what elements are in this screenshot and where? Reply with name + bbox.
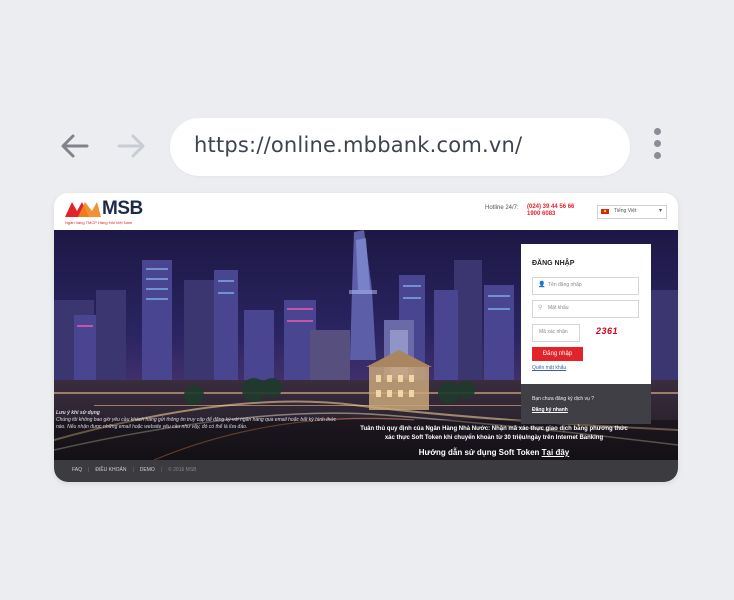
brand-name: MSB bbox=[102, 198, 143, 219]
chevron-down-icon: ▾ bbox=[658, 208, 662, 214]
regulation-line-1: Tuân thủ quy định của Ngân Hàng Nhà Nước… bbox=[360, 426, 628, 432]
footer-link-terms[interactable]: ĐIỀU KHOẢN bbox=[95, 467, 126, 473]
user-icon: 👤 bbox=[538, 282, 546, 288]
register-link[interactable]: Đăng ký nhanh bbox=[532, 407, 568, 413]
hotline-label: Hotline 24/7: bbox=[485, 205, 519, 211]
arrow-left-icon[interactable] bbox=[57, 128, 93, 164]
username-placeholder: Tên đăng nhập bbox=[548, 282, 582, 288]
address-bar[interactable]: https://online.mbbank.com.vn/ bbox=[170, 118, 630, 176]
footer-link-demo[interactable]: DEMO bbox=[140, 467, 155, 473]
hero-banner: ĐĂNG NHẬP 👤 Tên đăng nhập ⚲ Mật khẩu Mã … bbox=[54, 230, 678, 460]
password-field[interactable]: ⚲ Mật khẩu bbox=[532, 300, 639, 318]
brand-tagline: Ngân hàng TMCP Hàng Hải Việt Nam bbox=[65, 220, 133, 225]
site-footer: FAQ | ĐIỀU KHOẢN | DEMO | © 2016 MSB bbox=[54, 460, 678, 482]
password-placeholder: Mật khẩu bbox=[548, 305, 569, 311]
captcha-field[interactable]: Mã xác nhận bbox=[532, 324, 580, 342]
security-notice-title: Lưu ý khi sử dụng bbox=[56, 410, 100, 416]
login-button[interactable]: Đăng nhập bbox=[532, 347, 583, 361]
footer-divider: | bbox=[132, 467, 134, 473]
lock-icon: ⚲ bbox=[538, 305, 543, 311]
forgot-password-link[interactable]: Quên mật khẩu bbox=[532, 365, 566, 371]
softtoken-text: Hướng dẫn sử dụng Soft Token bbox=[418, 448, 540, 457]
arrow-right-icon[interactable] bbox=[113, 128, 149, 164]
url-text[interactable]: https://online.mbbank.com.vn/ bbox=[194, 133, 522, 157]
login-title: ĐĂNG NHẬP bbox=[532, 260, 575, 267]
regulation-line-2: xác thực Soft Token khi chuyển khoản từ … bbox=[384, 435, 604, 441]
site-header: MSB Ngân hàng TMCP Hàng Hải Việt Nam Hot… bbox=[54, 193, 678, 230]
softtoken-guide: Hướng dẫn sử dụng Soft Token Tại đây bbox=[332, 448, 656, 457]
msb-logo[interactable]: MSB Ngân hàng TMCP Hàng Hải Việt Nam bbox=[64, 198, 164, 228]
security-notice-text: Chúng tôi không bao giờ yêu cầu khách hà… bbox=[56, 417, 337, 430]
website-viewport: MSB Ngân hàng TMCP Hàng Hải Việt Nam Hot… bbox=[54, 193, 678, 482]
kebab-menu-icon[interactable] bbox=[649, 128, 665, 166]
msb-logo-mark-icon bbox=[65, 202, 101, 217]
captcha-image: 2361 bbox=[596, 326, 619, 336]
footer-divider: | bbox=[88, 467, 90, 473]
captcha-placeholder: Mã xác nhận bbox=[539, 329, 568, 335]
copyright: © 2016 MSB bbox=[168, 467, 197, 473]
hotline-numbers: (024) 39 44 56 66 1900 6083 bbox=[527, 204, 574, 218]
login-panel: ĐĂNG NHẬP 👤 Tên đăng nhập ⚲ Mật khẩu Mã … bbox=[521, 244, 651, 384]
footer-divider: | bbox=[160, 467, 163, 473]
softtoken-link[interactable]: Tại đây bbox=[542, 448, 570, 457]
register-question: Bạn chưa đăng ký dịch vụ ? bbox=[532, 396, 594, 402]
register-panel: Bạn chưa đăng ký dịch vụ ? Đăng ký nhanh bbox=[521, 384, 651, 424]
hotline-number[interactable]: 1900 6083 bbox=[527, 211, 574, 218]
vietnam-flag-icon bbox=[601, 209, 609, 214]
regulation-notice: Tuân thủ quy định của Ngân Hàng Nhà Nước… bbox=[332, 425, 656, 443]
language-select[interactable]: Tiếng Việt ▾ bbox=[597, 205, 667, 219]
username-field[interactable]: 👤 Tên đăng nhập bbox=[532, 277, 639, 295]
security-notice: Lưu ý khi sử dụng Chúng tôi không bao gi… bbox=[56, 410, 341, 431]
language-label: Tiếng Việt bbox=[614, 208, 637, 214]
footer-link-faq[interactable]: FAQ bbox=[72, 467, 82, 473]
hotline-number[interactable]: (024) 39 44 56 66 bbox=[527, 204, 574, 211]
